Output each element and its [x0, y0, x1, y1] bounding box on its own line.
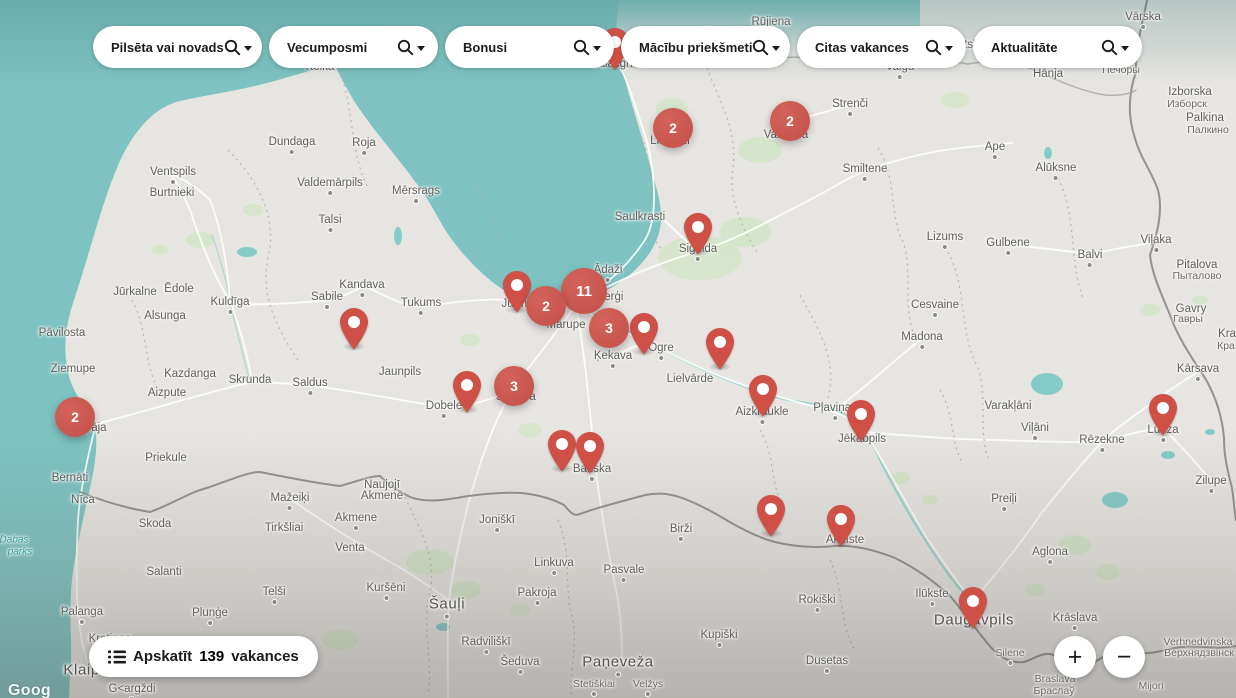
map-markers-layer: 2 2 11 2 3 3 2 [0, 0, 1236, 698]
map-pin-icon [683, 212, 713, 256]
cluster-marker[interactable]: 3 [589, 308, 629, 348]
filter-button-2[interactable]: Vecumposmi [269, 26, 438, 68]
minus-icon: − [1117, 645, 1132, 670]
vacancy-map-app: Kolka Rūjiena Mazsalaca Salacgrīva Stren… [0, 0, 1236, 698]
search-icon [573, 39, 590, 56]
filter-label: Citas vakances [815, 40, 909, 55]
map-pin-icon [1148, 393, 1178, 437]
cluster-marker[interactable]: 2 [653, 108, 693, 148]
pin-marker[interactable] [826, 504, 856, 548]
pin-marker[interactable] [748, 374, 778, 418]
pin-marker[interactable] [756, 494, 786, 538]
filter-label: Pilsēta vai novads [111, 40, 224, 55]
filter-label: Aktualitāte [991, 40, 1057, 55]
filter-button-3[interactable]: Bonusi [445, 26, 614, 68]
cluster-count: 3 [605, 320, 613, 336]
map-pin-icon [629, 312, 659, 356]
filter-button-4[interactable]: Mācību priekšmeti [621, 26, 790, 68]
caret-down-icon [772, 46, 780, 51]
search-icon [224, 39, 241, 56]
filter-label: Bonusi [463, 40, 507, 55]
pin-marker[interactable] [629, 312, 659, 356]
map-pin-icon [339, 307, 369, 351]
results-count: 139 [199, 648, 224, 665]
map-pin-icon [547, 429, 577, 473]
filter-label: Vecumposmi [287, 40, 367, 55]
map-pin-icon [705, 327, 735, 371]
pin-marker[interactable] [547, 429, 577, 473]
map-pin-icon [748, 374, 778, 418]
search-icon [752, 39, 769, 56]
view-vacancies-button[interactable]: Apskatīt 139 vakances [89, 636, 318, 677]
filter-button-5[interactable]: Citas vakances [797, 26, 966, 68]
cluster-marker[interactable]: 11 [561, 268, 607, 314]
results-prefix: Apskatīt [133, 648, 192, 665]
pin-marker[interactable] [958, 586, 988, 630]
pin-marker[interactable] [705, 327, 735, 371]
cluster-count: 2 [71, 409, 79, 425]
pin-marker[interactable] [1148, 393, 1178, 437]
pin-marker[interactable] [575, 431, 605, 475]
pin-marker[interactable] [339, 307, 369, 351]
pin-marker[interactable] [683, 212, 713, 256]
search-icon [397, 39, 414, 56]
map-pin-icon [756, 494, 786, 538]
filter-button-1[interactable]: Pilsēta vai novads [93, 26, 262, 68]
map-pin-icon [846, 399, 876, 443]
zoom-out-button[interactable]: − [1103, 636, 1145, 678]
map-pin-icon [575, 431, 605, 475]
cluster-count: 3 [510, 378, 518, 394]
map-pin-icon [826, 504, 856, 548]
cluster-marker[interactable]: 2 [526, 286, 566, 326]
search-icon [925, 39, 942, 56]
pin-marker[interactable] [452, 370, 482, 414]
caret-down-icon [1121, 46, 1129, 51]
cluster-count: 2 [786, 113, 794, 129]
search-icon [1101, 39, 1118, 56]
filter-button-6[interactable]: Aktualitāte [973, 26, 1142, 68]
cluster-marker[interactable]: 2 [55, 397, 95, 437]
zoom-in-button[interactable]: + [1054, 636, 1096, 678]
plus-icon: + [1068, 645, 1083, 670]
caret-down-icon [244, 46, 252, 51]
google-watermark: Goog [8, 682, 51, 698]
map-pin-icon [958, 586, 988, 630]
cluster-count: 2 [669, 120, 677, 136]
cluster-count: 11 [576, 283, 592, 300]
caret-down-icon [945, 46, 953, 51]
cluster-count: 2 [542, 298, 550, 314]
caret-down-icon [593, 46, 601, 51]
pin-marker[interactable] [846, 399, 876, 443]
filter-label: Mācību priekšmeti [639, 40, 752, 55]
list-icon [108, 650, 126, 664]
caret-down-icon [417, 46, 425, 51]
cluster-marker[interactable]: 3 [494, 366, 534, 406]
cluster-marker[interactable]: 2 [770, 101, 810, 141]
results-suffix: vakances [231, 648, 299, 665]
filter-bar: Pilsēta vai novads Vecumposmi Bonusi [93, 26, 1142, 68]
map-pin-icon [452, 370, 482, 414]
